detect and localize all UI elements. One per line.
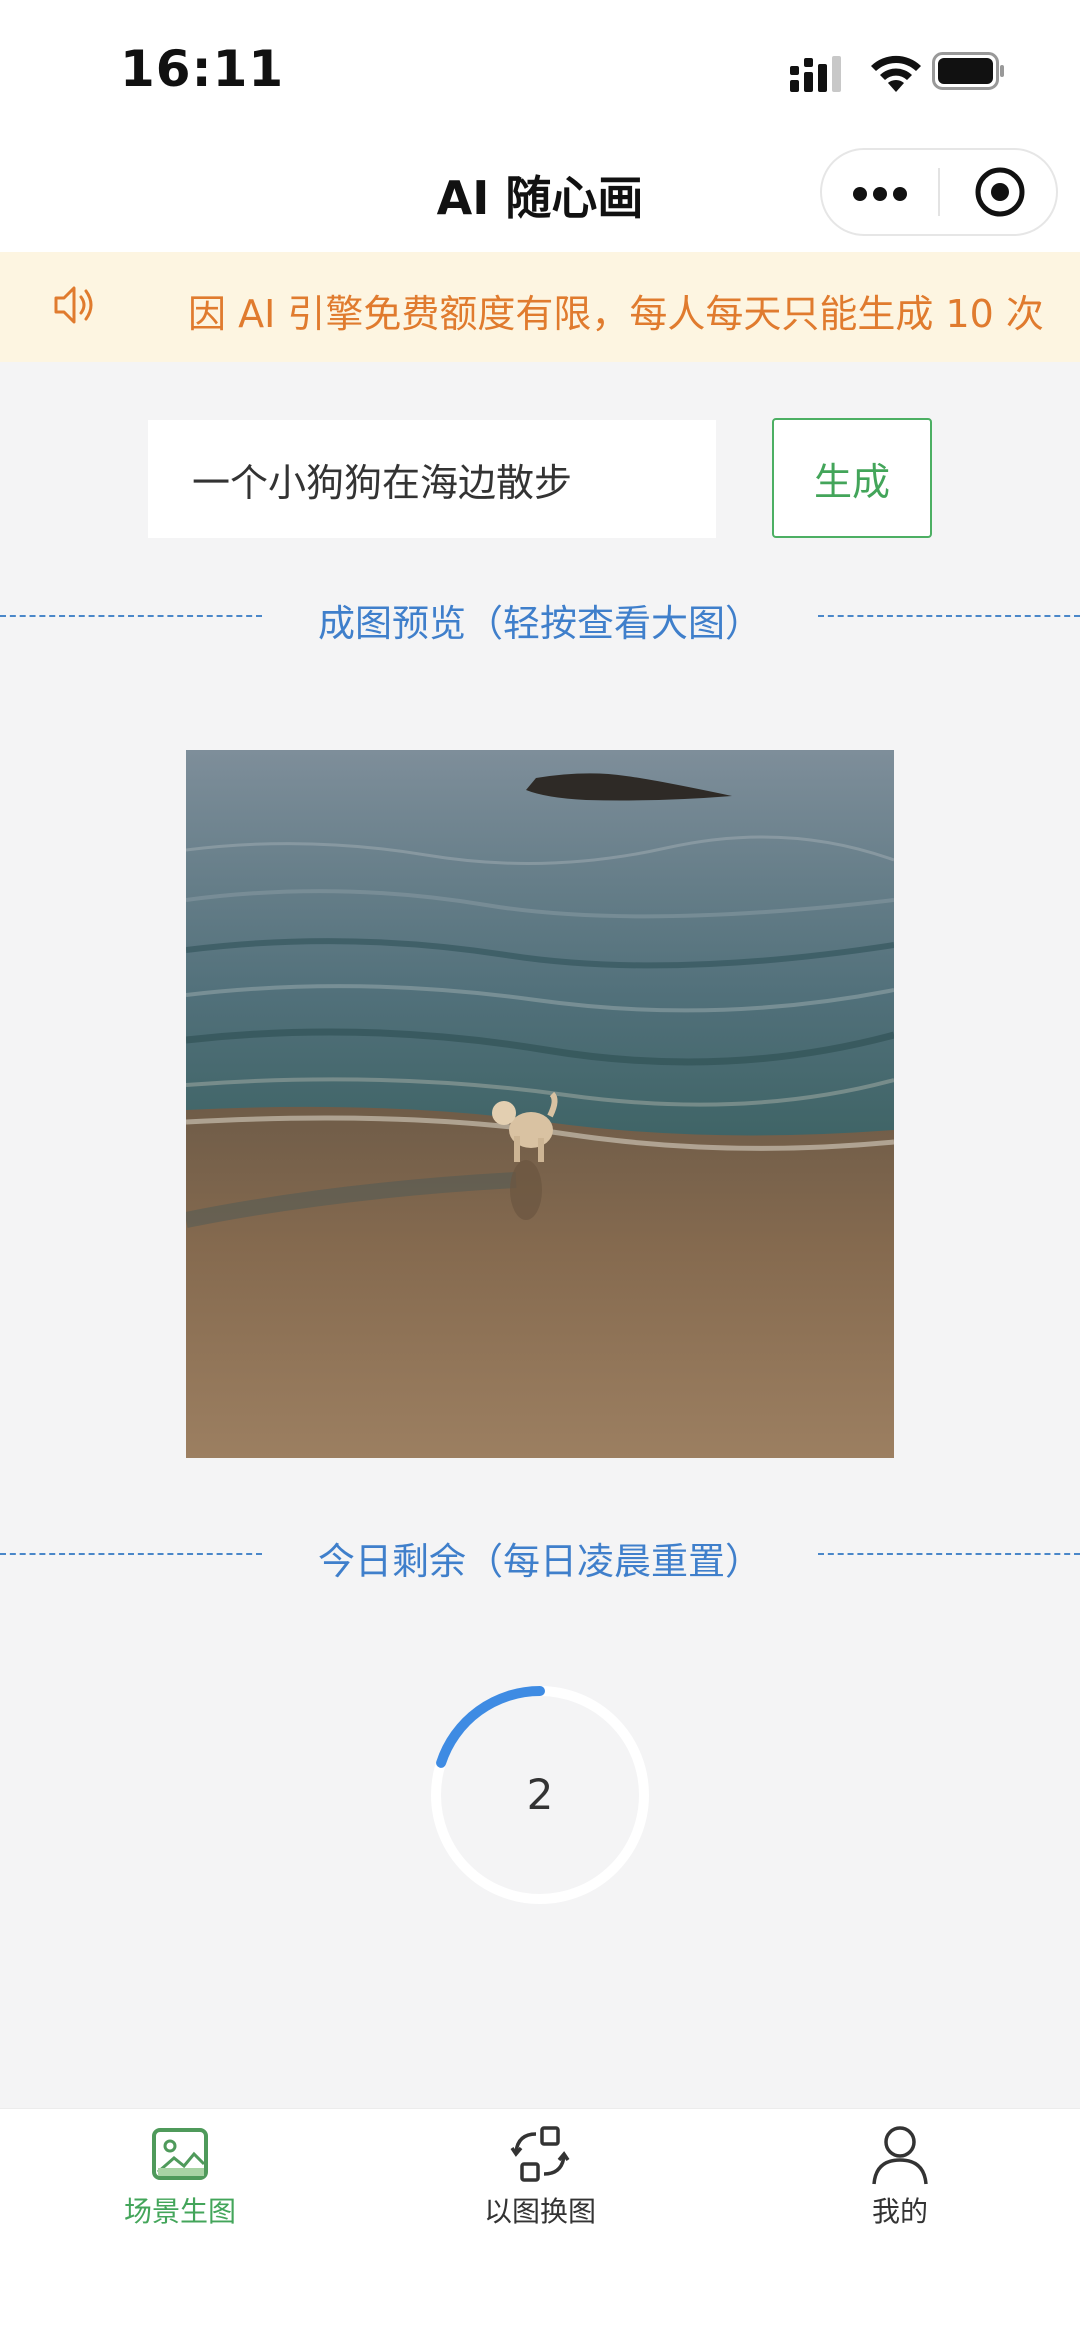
tab-label: 以图换图	[483, 2195, 596, 2228]
tab-label: 我的	[871, 2195, 928, 2228]
capsule-divider	[938, 168, 940, 216]
tab-label: 场景生图	[123, 2195, 236, 2228]
preview-section-label: 成图预览（轻按查看大图）	[318, 602, 762, 645]
cellular-signal-icon	[790, 56, 841, 92]
generated-preview-image[interactable]	[186, 750, 894, 1458]
remaining-section-label: 今日剩余（每日凌晨重置）	[318, 1540, 762, 1583]
generate-button[interactable]: 生成	[772, 418, 932, 538]
image-icon	[152, 2128, 208, 2180]
wifi-icon	[871, 55, 921, 92]
notice-text: 因 AI 引擎免费额度有限，每人每天只能生成 10 次	[188, 292, 1044, 336]
more-dots-icon[interactable]	[852, 186, 908, 202]
remaining-progress-arc	[436, 1686, 545, 1768]
remaining-count: 2	[526, 1770, 554, 1819]
swap-icon	[510, 2126, 570, 2182]
battery-icon	[932, 52, 1004, 90]
status-time: 16:11	[120, 40, 285, 98]
user-icon	[872, 2126, 928, 2185]
tab-scene-image[interactable]: 场景生图	[70, 2122, 290, 2230]
tab-mine[interactable]: 我的	[790, 2122, 1010, 2230]
speaker-icon	[54, 286, 93, 324]
tab-image-swap[interactable]: 以图换图	[430, 2122, 650, 2230]
close-target-icon[interactable]	[974, 166, 1026, 218]
prompt-input[interactable]	[148, 420, 716, 538]
